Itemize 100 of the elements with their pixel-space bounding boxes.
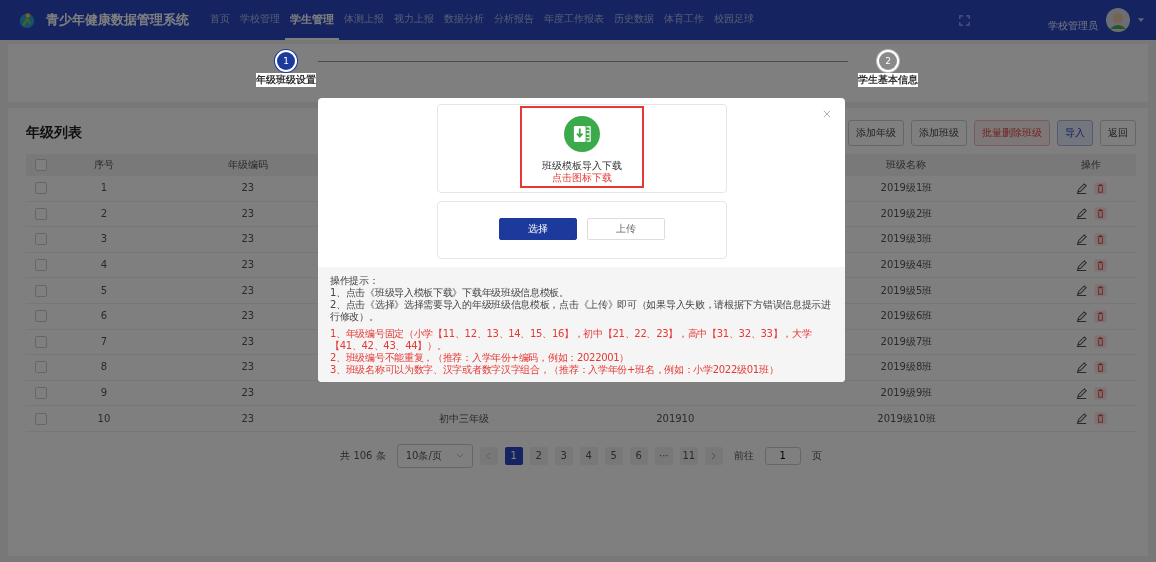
nav-item[interactable]: 学生管理 bbox=[285, 0, 339, 40]
table-cell: 8 bbox=[100, 361, 108, 373]
rule-text: 3、班级名称可以为数字、汉字或者数字汉字组合，（推荐：入学年份+班名，例如：小学2022级01班） bbox=[330, 364, 780, 376]
edit-icon[interactable] bbox=[1075, 284, 1088, 298]
table-cell: 23 bbox=[241, 361, 255, 373]
table-cell: 2019级10班 bbox=[877, 412, 936, 424]
page-button[interactable]: 3 bbox=[554, 446, 573, 465]
nav-item[interactable]: 首页 bbox=[205, 0, 235, 40]
table-cell: 初中三年级 bbox=[438, 412, 489, 424]
column-header: 班级名称 bbox=[886, 159, 927, 170]
delete-icon[interactable] bbox=[1094, 335, 1107, 349]
close-icon[interactable] bbox=[823, 110, 831, 118]
checkbox[interactable] bbox=[35, 310, 47, 323]
rule-text: 2、班级编号不能重复，（推荐：入学年份+编码，例如：2022001） bbox=[330, 352, 631, 364]
chevron-right-icon[interactable] bbox=[711, 451, 717, 460]
checkbox[interactable] bbox=[35, 159, 47, 171]
edit-icon[interactable] bbox=[1075, 412, 1088, 426]
delete-icon[interactable] bbox=[1094, 258, 1107, 272]
column-header: 序号 bbox=[93, 159, 114, 170]
user-role: 学校管理员 bbox=[1048, 19, 1098, 33]
tip-text: 2、点击《选择》选择需要导入的年级班级信息模板，点击《上传》即可（如果导入失败，请根据下方错误信息提示进行修改）。 bbox=[330, 299, 832, 323]
delete-icon[interactable] bbox=[1094, 207, 1107, 221]
download-hint: 点击图标下载 bbox=[551, 172, 612, 184]
toolbar-button[interactable]: 导入 bbox=[1057, 120, 1093, 146]
edit-icon[interactable] bbox=[1075, 386, 1088, 400]
checkbox[interactable] bbox=[35, 387, 47, 400]
checkbox[interactable] bbox=[35, 412, 47, 425]
checkbox[interactable] bbox=[35, 284, 47, 297]
table-cell: 2019级4班 bbox=[880, 259, 933, 271]
checkbox[interactable] bbox=[35, 182, 47, 195]
edit-icon[interactable] bbox=[1075, 360, 1088, 374]
page-button[interactable]: ··· bbox=[654, 446, 673, 465]
step-number: 1 bbox=[277, 52, 295, 70]
column-header: 年级编码 bbox=[227, 159, 268, 170]
page-button[interactable]: 1 bbox=[504, 446, 523, 465]
file-download-icon[interactable] bbox=[563, 116, 600, 152]
edit-icon[interactable] bbox=[1075, 233, 1088, 246]
edit-icon[interactable] bbox=[1075, 207, 1088, 221]
nav-item[interactable]: 体育工作 bbox=[659, 0, 709, 40]
caret-icon[interactable] bbox=[455, 453, 464, 459]
page-button[interactable]: 5 bbox=[604, 446, 623, 465]
download-template-area[interactable]: 班级模板导入下载 点击图标下载 bbox=[519, 106, 644, 188]
edit-icon[interactable] bbox=[1075, 181, 1088, 195]
toolbar-button[interactable]: 添加年级 bbox=[848, 120, 904, 146]
toolbar-button[interactable]: 添加班级 bbox=[911, 120, 967, 146]
step-number: 2 bbox=[879, 52, 897, 70]
table-cell: 23 bbox=[241, 182, 255, 194]
toolbar-button[interactable]: 批量删除班级 bbox=[974, 120, 1050, 146]
table-cell: 201910 bbox=[656, 412, 695, 424]
tip-text: 1、点击《班级导入模板下载》下载年级班级信息模板。 bbox=[330, 287, 570, 299]
page-suffix: 页 bbox=[811, 448, 822, 463]
table-cell: 10 bbox=[97, 412, 111, 424]
delete-icon[interactable] bbox=[1094, 412, 1107, 426]
caret-icon[interactable] bbox=[1138, 17, 1144, 23]
edit-icon[interactable] bbox=[1075, 309, 1088, 323]
delete-icon[interactable] bbox=[1094, 386, 1107, 400]
upload-button[interactable]: 上传 bbox=[586, 218, 665, 240]
select-button[interactable]: 选择 bbox=[498, 218, 577, 240]
checkbox[interactable] bbox=[35, 259, 47, 272]
goto-label: 前往 bbox=[733, 448, 754, 463]
table-cell: 2019级7班 bbox=[880, 335, 933, 347]
rule-text: 1、年级编号固定（小学【11、12、13、14、15、16】，初中【21、22、23】，高中【31、32、33】，大学【41、42、43、44】）。 bbox=[330, 328, 813, 352]
delete-icon[interactable] bbox=[1094, 181, 1107, 195]
checkbox[interactable] bbox=[35, 207, 47, 220]
delete-icon[interactable] bbox=[1094, 233, 1107, 246]
app-title: 青少年健康数据管理系统 bbox=[46, 11, 189, 29]
page-button[interactable]: 6 bbox=[629, 446, 648, 465]
table-cell: 23 bbox=[241, 310, 255, 322]
checkbox[interactable] bbox=[35, 335, 47, 348]
step-label: 学生基本信息 bbox=[858, 73, 918, 87]
delete-icon[interactable] bbox=[1094, 284, 1107, 298]
table-cell: 4 bbox=[100, 259, 108, 271]
page-button[interactable]: 11 bbox=[679, 446, 698, 465]
page-button[interactable]: 4 bbox=[579, 446, 598, 465]
table-cell: 2019级3班 bbox=[880, 233, 933, 245]
logo-icon bbox=[18, 11, 36, 29]
table-cell: 3 bbox=[100, 233, 108, 245]
total-count: 共 106 条 bbox=[340, 448, 386, 463]
table-cell: 23 bbox=[241, 233, 255, 245]
avatar-icon[interactable] bbox=[1106, 8, 1130, 32]
table-cell: 2 bbox=[100, 207, 108, 219]
checkbox[interactable] bbox=[35, 233, 47, 246]
edit-icon[interactable] bbox=[1075, 258, 1088, 272]
table-cell: 1 bbox=[100, 182, 108, 194]
table-cell: 2019级1班 bbox=[880, 182, 933, 194]
checkbox[interactable] bbox=[35, 361, 47, 374]
delete-icon[interactable] bbox=[1094, 309, 1107, 323]
table-cell: 23 bbox=[241, 259, 255, 271]
table-cell: 2019级2班 bbox=[880, 207, 933, 219]
page-size-select[interactable]: 10条/页 bbox=[396, 443, 473, 468]
fullscreen-icon[interactable] bbox=[959, 14, 970, 26]
delete-icon[interactable] bbox=[1094, 360, 1107, 374]
table-cell: 7 bbox=[100, 335, 108, 347]
edit-icon[interactable] bbox=[1075, 335, 1088, 349]
page-button[interactable]: 2 bbox=[529, 446, 548, 465]
toolbar-button[interactable]: 返回 bbox=[1100, 120, 1136, 146]
table-cell: 23 bbox=[241, 335, 255, 347]
download-title: 班级模板导入下载 bbox=[541, 160, 622, 172]
table-cell: 5 bbox=[100, 284, 108, 296]
page-input[interactable]: 1 bbox=[764, 446, 801, 465]
